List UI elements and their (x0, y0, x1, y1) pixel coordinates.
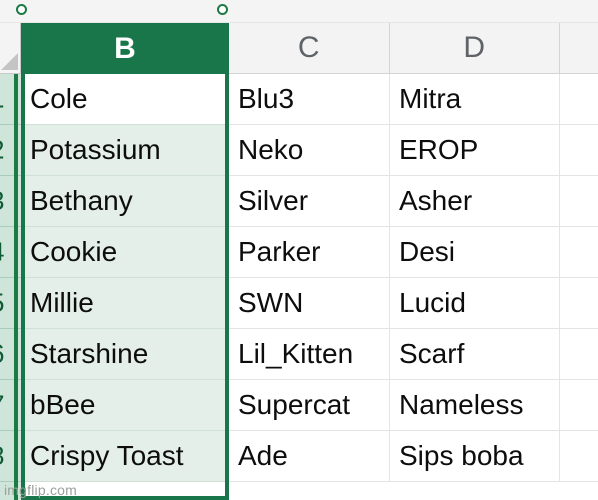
cell-value: Desi (399, 236, 456, 267)
cell-E8[interactable] (560, 431, 598, 482)
cell-value: Nameless (399, 389, 524, 420)
cell-value: Mitra (399, 83, 462, 114)
cell-B8[interactable]: Crispy Toast (21, 431, 229, 482)
cell-E4[interactable] (560, 227, 598, 278)
column-header-e[interactable] (560, 23, 598, 74)
cell-D1[interactable]: Mitra (390, 74, 560, 125)
cell-D4[interactable]: Desi (390, 227, 560, 278)
cell-C6[interactable]: Lil_Kitten (229, 329, 390, 380)
column-header-c-label: C (297, 31, 321, 64)
cell-C2[interactable]: Neko (229, 125, 390, 176)
grid-body: Cole Blu3 Mitra Potassium Neko EROP Bethany Sil… (21, 74, 598, 500)
cell-E6[interactable] (560, 329, 598, 380)
select-all-corner[interactable] (0, 23, 21, 74)
cell-value: Potassium (30, 134, 161, 165)
cell-value: Scarf (399, 338, 465, 369)
cell-value: Ade (238, 440, 288, 471)
selection-handle-left-icon[interactable] (16, 4, 27, 15)
cell-E2[interactable] (560, 125, 598, 176)
cell-B6[interactable]: Starshine (21, 329, 229, 380)
cell-value: Asher (399, 185, 473, 216)
row-header-label: 1 (0, 84, 4, 115)
cell-B3[interactable]: Bethany (21, 176, 229, 227)
table-row: Millie SWN Lucid (21, 278, 598, 329)
cell-B1[interactable]: Cole (21, 74, 229, 125)
cell-D5[interactable]: Lucid (390, 278, 560, 329)
cell-C5[interactable]: SWN (229, 278, 390, 329)
cell-value: SWN (238, 287, 304, 318)
row-header-label: 7 (0, 390, 4, 421)
cell-B2[interactable]: Potassium (21, 125, 229, 176)
table-row: bBee Supercat Nameless (21, 380, 598, 431)
spreadsheet-canvas: 1 2 3 4 5 6 7 8 B C D Cole Blu3 Mitra Potassium Nek… (0, 0, 598, 500)
table-row: Cole Blu3 Mitra (21, 74, 598, 125)
column-header-b-selected[interactable]: B (21, 23, 229, 74)
column-header-b-selected-label: B (114, 31, 136, 65)
cell-value: Neko (238, 134, 304, 165)
cell-value: Lil_Kitten (238, 338, 354, 369)
row-header-label: 2 (0, 135, 4, 166)
column-header-d-label: D (463, 31, 486, 64)
selection-handle-strip (0, 0, 598, 23)
column-header-c[interactable]: C (229, 23, 390, 74)
column-header-d[interactable]: D (390, 23, 560, 74)
cell-C8[interactable]: Ade (229, 431, 390, 482)
cell-value: Lucid (399, 287, 466, 318)
cell-C4[interactable]: Parker (229, 227, 390, 278)
cell-C3[interactable]: Silver (229, 176, 390, 227)
cell-value: EROP (399, 134, 479, 165)
cell-value: Sips boba (399, 440, 524, 471)
row-header-label: 6 (0, 339, 4, 370)
row-header-label: 3 (0, 186, 4, 217)
cell-value: Bethany (30, 185, 133, 216)
cell-B5[interactable]: Millie (21, 278, 229, 329)
cell-B7[interactable]: bBee (21, 380, 229, 431)
cell-value: Parker (238, 236, 321, 267)
row-header-label: 8 (0, 441, 4, 472)
cell-E7[interactable] (560, 380, 598, 431)
cell-E3[interactable] (560, 176, 598, 227)
table-row: Potassium Neko EROP (21, 125, 598, 176)
watermark: imgflip.com (4, 482, 77, 498)
select-all-triangle-icon (1, 53, 18, 70)
cell-D2[interactable]: EROP (390, 125, 560, 176)
cell-E1[interactable] (560, 74, 598, 125)
table-row: Cookie Parker Desi (21, 227, 598, 278)
table-row: Crispy Toast Ade Sips boba (21, 431, 598, 482)
cell-D6[interactable]: Scarf (390, 329, 560, 380)
cell-E5[interactable] (560, 278, 598, 329)
cell-value: Cole (30, 83, 88, 114)
cell-value: Millie (30, 287, 94, 318)
table-row: Bethany Silver Asher (21, 176, 598, 227)
cell-B4[interactable]: Cookie (21, 227, 229, 278)
cell-value: Supercat (238, 389, 351, 420)
cell-value: bBee (30, 389, 96, 420)
cell-C1[interactable]: Blu3 (229, 74, 390, 125)
cell-value: Cookie (30, 236, 118, 267)
cell-D8[interactable]: Sips boba (390, 431, 560, 482)
row-header-label: 4 (0, 237, 4, 268)
cell-value: Blu3 (238, 83, 295, 114)
row-header-label: 5 (0, 288, 4, 319)
cell-C7[interactable]: Supercat (229, 380, 390, 431)
cell-value: Crispy Toast (30, 440, 184, 471)
cell-D3[interactable]: Asher (390, 176, 560, 227)
cell-D7[interactable]: Nameless (390, 380, 560, 431)
cell-value: Silver (238, 185, 309, 216)
table-row: Starshine Lil_Kitten Scarf (21, 329, 598, 380)
selection-handle-right-icon[interactable] (217, 4, 228, 15)
cell-value: Starshine (30, 338, 149, 369)
column-selection-rail (14, 74, 18, 500)
